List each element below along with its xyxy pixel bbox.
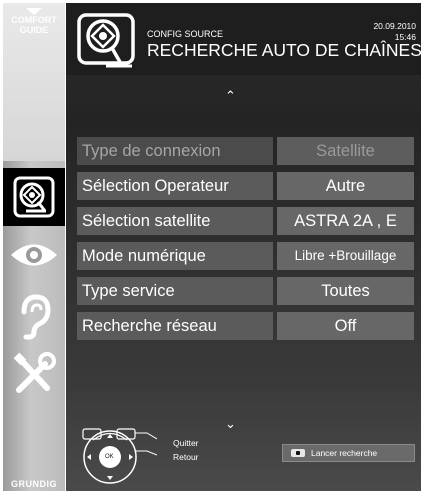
time-text: 15:46 xyxy=(394,32,416,42)
ok-button-label: OK xyxy=(105,454,114,460)
setting-row-connection-type[interactable]: Type de connexion Satellite xyxy=(77,137,414,165)
setting-value: Libre +Brouillage xyxy=(277,242,414,270)
scroll-up-icon[interactable]: ⌃ xyxy=(225,88,236,104)
chevron-down-icon xyxy=(26,8,42,15)
ear-icon xyxy=(21,294,51,340)
back-hint: Retour xyxy=(173,452,199,462)
comfort-guide-tab[interactable]: COMFORT GUIDE xyxy=(3,3,65,161)
tools-icon xyxy=(13,352,56,393)
setting-row-operator[interactable]: Sélection Operateur Autre xyxy=(77,172,414,200)
satellite-dish-icon xyxy=(13,176,55,218)
setting-value: Satellite xyxy=(277,137,414,165)
setting-value: Toutes xyxy=(277,277,414,305)
satellite-dish-icon xyxy=(77,13,135,68)
setting-label: Recherche réseau xyxy=(77,312,273,340)
launch-search-button[interactable]: Lancer recherche xyxy=(282,444,415,462)
page-title: RECHERCHE AUTO DE CHAÎNES xyxy=(147,40,422,60)
remote-dpad-icon xyxy=(82,428,157,484)
setting-row-network-search[interactable]: Recherche réseau Off xyxy=(77,312,414,340)
sidebar-item-picture[interactable] xyxy=(3,226,65,284)
setting-row-digital-mode[interactable]: Mode numérique Libre +Brouillage xyxy=(77,242,414,270)
setting-label: Sélection Operateur xyxy=(77,172,273,200)
sidebar-item-source[interactable] xyxy=(3,168,65,226)
setting-label: Sélection satellite xyxy=(77,207,273,235)
quit-hint: Quitter xyxy=(173,438,199,448)
scroll-down-icon[interactable]: ⌄ xyxy=(225,416,236,432)
comfort-guide-line1: COMFORT xyxy=(11,15,57,25)
setting-label: Type service xyxy=(77,277,273,305)
sidebar-item-settings[interactable] xyxy=(3,346,65,404)
launch-search-label: Lancer recherche xyxy=(311,448,378,458)
brand-logo: GRUNDIG xyxy=(11,479,57,489)
setting-value: ASTRA 2A , E xyxy=(277,207,414,235)
eye-icon xyxy=(11,244,57,266)
setting-row-service-type[interactable]: Type service Toutes xyxy=(77,277,414,305)
setting-label: Mode numérique xyxy=(77,242,273,270)
datetime: 20.09.2010 15:46 xyxy=(373,21,416,43)
blue-key-icon xyxy=(291,449,305,457)
setting-row-satellite[interactable]: Sélection satellite ASTRA 2A , E xyxy=(77,207,414,235)
setting-label: Type de connexion xyxy=(77,137,273,165)
date-text: 20.09.2010 xyxy=(373,21,416,31)
setting-value: Off xyxy=(277,312,414,340)
setting-value: Autre xyxy=(277,172,414,200)
section-label: CONFIG SOURCE xyxy=(147,29,224,39)
sidebar-item-sound[interactable] xyxy=(3,287,65,345)
comfort-guide-line2: GUIDE xyxy=(19,25,49,35)
